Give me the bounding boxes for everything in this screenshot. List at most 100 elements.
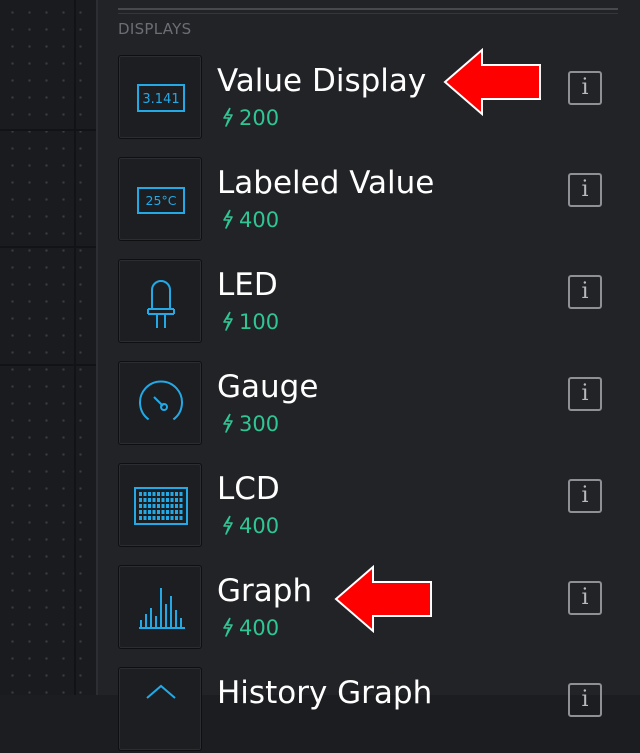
info-button[interactable]: i <box>568 581 602 615</box>
widget-tile[interactable]: 25°C <box>118 157 202 241</box>
lcd-pixel <box>139 498 142 502</box>
lcd-pixel <box>166 516 169 520</box>
lcd-pixel <box>148 510 151 514</box>
lcd-pixel <box>170 492 174 496</box>
widget-cost: 100 <box>222 309 279 335</box>
lcd-pixel <box>170 516 174 520</box>
lcd-pixel <box>143 498 147 502</box>
energy-bolt-icon <box>223 209 233 229</box>
info-button[interactable]: i <box>568 71 602 105</box>
section-label-displays: DISPLAYS <box>118 20 192 38</box>
grid-divider <box>0 364 96 366</box>
value-display-icon: 3.141 <box>137 84 185 112</box>
history-graph-icon <box>146 684 176 699</box>
widget-cost: 400 <box>222 513 279 539</box>
lcd-pixel <box>166 510 169 514</box>
info-button[interactable]: i <box>568 377 602 411</box>
widget-cost-value: 400 <box>239 616 280 640</box>
widget-tile[interactable] <box>118 361 202 445</box>
widget-tile[interactable] <box>118 667 202 751</box>
lcd-pixel <box>157 498 160 502</box>
section-divider <box>118 8 618 10</box>
info-button[interactable]: i <box>568 479 602 513</box>
lcd-pixel <box>152 498 156 502</box>
energy-bolt-icon <box>223 107 233 127</box>
lcd-pixel <box>148 516 151 520</box>
energy-bolt-icon <box>223 413 233 433</box>
grid-divider-vertical <box>74 0 76 695</box>
info-button[interactable]: i <box>568 173 602 207</box>
widget-item-labeled-value[interactable]: 25°C Labeled Value 400 i <box>118 157 618 243</box>
lcd-pixel <box>170 510 174 514</box>
lcd-pixel <box>139 510 142 514</box>
lcd-pixel <box>157 504 160 508</box>
widget-tile[interactable] <box>118 259 202 343</box>
widget-cost: 300 <box>222 411 279 437</box>
lcd-pixel <box>161 516 165 520</box>
lcd-pixel <box>179 492 183 496</box>
widget-cost: 400 <box>222 615 279 641</box>
annotation-arrow <box>443 48 541 116</box>
lcd-pixel <box>175 498 178 502</box>
energy-bolt-icon <box>223 617 233 637</box>
widget-item-lcd[interactable]: LCD 400 i <box>118 463 618 549</box>
labeled-value-icon: 25°C <box>137 187 185 214</box>
lcd-pixel <box>166 504 169 508</box>
lcd-pixel <box>161 510 165 514</box>
widget-name: Labeled Value <box>217 165 435 201</box>
lcd-pixel <box>152 504 156 508</box>
lcd-pixel <box>175 504 178 508</box>
lcd-pixel <box>175 492 178 496</box>
widget-name: Gauge <box>217 369 319 405</box>
annotation-arrow <box>334 565 432 633</box>
widget-cost-value: 200 <box>239 106 280 130</box>
lcd-pixel <box>175 516 178 520</box>
lcd-pixel <box>148 498 151 502</box>
lcd-pixel <box>152 492 156 496</box>
widget-name: Value Display <box>217 63 427 99</box>
info-button[interactable]: i <box>568 683 602 717</box>
svg-text:3.141: 3.141 <box>142 92 179 107</box>
led-icon <box>147 280 175 328</box>
lcd-pixel <box>179 498 183 502</box>
lcd-icon <box>134 487 188 525</box>
section-divider <box>118 13 618 14</box>
widget-name: History Graph <box>217 675 433 711</box>
lcd-pixel <box>170 504 174 508</box>
widget-item-gauge[interactable]: Gauge 300 i <box>118 361 618 447</box>
lcd-pixel <box>152 516 156 520</box>
lcd-pixel <box>139 516 142 520</box>
info-button[interactable]: i <box>568 275 602 309</box>
lcd-pixel <box>161 492 165 496</box>
lcd-pixel <box>166 498 169 502</box>
widget-tile[interactable] <box>118 565 202 649</box>
lcd-pixel <box>175 510 178 514</box>
lcd-pixel <box>143 510 147 514</box>
lcd-pixel <box>170 498 174 502</box>
grid-divider <box>0 129 96 131</box>
lcd-pixel <box>157 516 160 520</box>
widget-item-history-graph[interactable]: History Graph i <box>118 667 618 753</box>
widget-cost: 200 <box>222 105 279 131</box>
lcd-pixel <box>179 516 183 520</box>
lcd-pixel <box>179 510 183 514</box>
lcd-pixel <box>143 504 147 508</box>
widget-tile[interactable] <box>118 463 202 547</box>
widget-cost: 400 <box>222 207 279 233</box>
widget-cost-value: 400 <box>239 208 280 232</box>
svg-text:25°C: 25°C <box>146 193 177 208</box>
energy-bolt-icon <box>223 515 233 535</box>
widget-cost-value: 300 <box>239 412 280 436</box>
lcd-pixel <box>143 516 147 520</box>
lcd-pixel <box>148 504 151 508</box>
gauge-icon <box>139 380 183 421</box>
lcd-pixel <box>148 492 151 496</box>
lcd-pixel <box>139 504 142 508</box>
canvas-grid <box>0 0 96 695</box>
lcd-pixel <box>139 492 142 496</box>
widget-cost-value: 100 <box>239 310 280 334</box>
widget-tile[interactable]: 3.141 <box>118 55 202 139</box>
lcd-pixel <box>157 510 160 514</box>
lcd-pixel <box>161 504 165 508</box>
widget-item-led[interactable]: LED 100 i <box>118 259 618 345</box>
